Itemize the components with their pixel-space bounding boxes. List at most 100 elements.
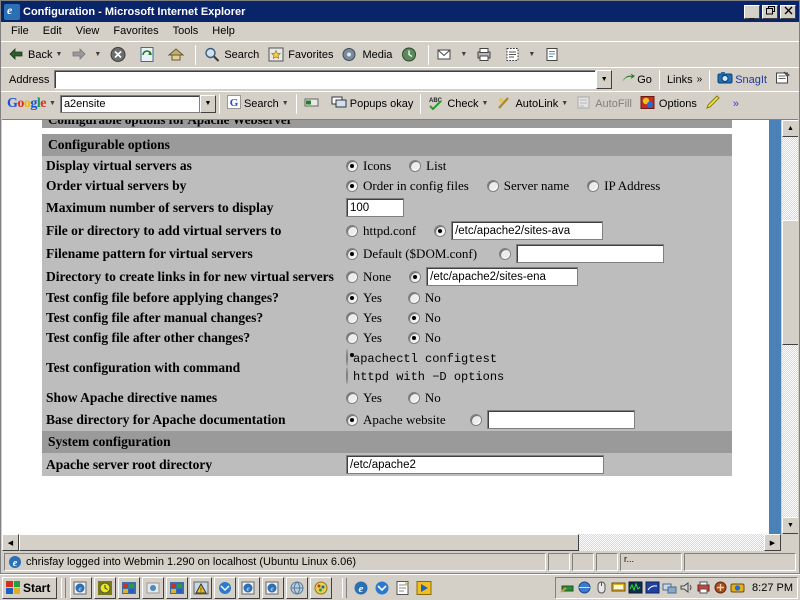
- taskbar-colorwin2-app[interactable]: [166, 576, 189, 599]
- radio-test-manual-no[interactable]: No: [407, 310, 441, 326]
- taskbar-paint-app[interactable]: [310, 576, 333, 599]
- google-search-input[interactable]: a2ensite: [59, 94, 200, 113]
- refresh-button[interactable]: [134, 44, 163, 66]
- radio-order-server-name[interactable]: Server name: [486, 178, 569, 194]
- scroll-up-button[interactable]: ▲: [782, 120, 798, 137]
- radio-button-icon[interactable]: [409, 270, 422, 283]
- history-button[interactable]: [396, 44, 425, 66]
- radio-button-icon[interactable]: [407, 312, 420, 324]
- radio-default-dom-conf[interactable]: Default ($DOM.conf): [346, 246, 477, 262]
- google-dropdown-icon[interactable]: ▼: [49, 100, 56, 107]
- links-button[interactable]: Links »: [663, 72, 706, 88]
- printer-icon[interactable]: [696, 580, 711, 595]
- taskbar-ie3-window[interactable]: e: [262, 576, 285, 599]
- radio-button-icon[interactable]: [587, 180, 600, 192]
- menu-help[interactable]: Help: [205, 23, 242, 39]
- radio-button-icon[interactable]: [346, 413, 358, 426]
- radio-button-icon[interactable]: [407, 292, 420, 304]
- taskbar-grip-2[interactable]: [342, 577, 348, 598]
- google-logo[interactable]: Google ▼: [3, 94, 60, 114]
- links-overflow-icon[interactable]: »: [697, 74, 703, 85]
- address-input[interactable]: [54, 70, 597, 89]
- radio-display-list[interactable]: List: [409, 158, 446, 174]
- scroll-down-button[interactable]: ▼: [782, 517, 798, 534]
- radio-button-icon[interactable]: [346, 292, 358, 304]
- media-player-icon[interactable]: [416, 580, 432, 596]
- close-button[interactable]: [780, 4, 796, 19]
- radio-button-icon[interactable]: [346, 247, 358, 260]
- forward-dropdown-icon[interactable]: ▼: [94, 51, 101, 58]
- radio-button-icon[interactable]: [409, 160, 422, 172]
- taskbar-ie-window[interactable]: e: [70, 576, 93, 599]
- network-flag-icon[interactable]: [645, 580, 660, 595]
- radio-button-icon[interactable]: [407, 332, 420, 344]
- menu-favorites[interactable]: Favorites: [106, 23, 165, 39]
- radio-doc-custom[interactable]: [469, 410, 635, 429]
- minimize-button[interactable]: _: [744, 4, 760, 19]
- monitor-icon[interactable]: [611, 580, 626, 595]
- radio-httpd-conf[interactable]: httpd.conf: [346, 223, 416, 239]
- radio-button-icon[interactable]: [346, 312, 358, 324]
- radio-test-before-yes[interactable]: Yes: [346, 290, 382, 306]
- radio-order-ip-address[interactable]: IP Address: [587, 178, 660, 194]
- radio-button-icon[interactable]: [346, 349, 348, 366]
- input-links-path[interactable]: /etc/apache2/sites-ena: [426, 267, 579, 286]
- radio-button-icon[interactable]: [346, 270, 358, 283]
- radio-button-icon[interactable]: [469, 413, 482, 426]
- snagit-tray-icon[interactable]: [730, 580, 745, 595]
- radio-button-icon[interactable]: [499, 247, 512, 260]
- radio-test-other-no[interactable]: No: [407, 330, 441, 346]
- radio-button-icon[interactable]: [346, 180, 358, 192]
- radio-test-manual-yes[interactable]: Yes: [346, 310, 382, 326]
- stop-button[interactable]: [105, 44, 134, 66]
- radio-links-none[interactable]: None: [346, 269, 391, 285]
- radio-directives-yes[interactable]: Yes: [346, 390, 382, 406]
- check-dropdown-icon[interactable]: ▼: [482, 100, 489, 107]
- back-button[interactable]: Back ▼: [3, 44, 66, 66]
- taskbar-grip-1[interactable]: [61, 577, 67, 598]
- radio-directives-no[interactable]: No: [407, 390, 441, 406]
- scroll-left-button[interactable]: ◀: [2, 534, 19, 551]
- radio-custom-directory[interactable]: /etc/apache2/sites-ava: [434, 221, 604, 240]
- taskbar-clock[interactable]: 8:27 PM: [747, 582, 793, 594]
- edit-button[interactable]: ▼: [500, 44, 539, 66]
- forward-button[interactable]: ▼: [66, 44, 105, 66]
- edit-dropdown-icon[interactable]: ▼: [528, 51, 535, 58]
- radio-button-icon[interactable]: [434, 224, 447, 237]
- antivirus-icon[interactable]: [713, 580, 728, 595]
- volume-icon[interactable]: [679, 580, 694, 595]
- outlook-icon[interactable]: [374, 580, 390, 596]
- radio-test-other-yes[interactable]: Yes: [346, 330, 382, 346]
- network-cable-icon[interactable]: [560, 580, 575, 595]
- radio-cmd-httpd-d[interactable]: httpd with −D options: [346, 367, 728, 384]
- radio-button-icon[interactable]: [346, 392, 358, 404]
- vertical-scrollbar[interactable]: ▲ ▼: [781, 120, 798, 534]
- radio-order-config-files[interactable]: Order in config files: [346, 178, 469, 194]
- snagit-button[interactable]: SnagIt: [713, 69, 771, 91]
- snagit-options-button[interactable]: [771, 69, 797, 91]
- google-search-dropdown-icon[interactable]: ▼: [199, 94, 216, 113]
- go-button[interactable]: Go: [612, 69, 656, 91]
- horizontal-scrollbar[interactable]: ◀ ▶: [2, 534, 781, 551]
- highlight-button[interactable]: [701, 93, 729, 115]
- input-max-servers[interactable]: 100: [346, 198, 404, 217]
- notepad-icon[interactable]: [395, 580, 411, 596]
- mouse-icon[interactable]: [594, 580, 609, 595]
- taskbar-globe-app[interactable]: [286, 576, 309, 599]
- google-pagerank[interactable]: [300, 93, 327, 115]
- globe-shield-icon[interactable]: [577, 580, 592, 595]
- back-dropdown-icon[interactable]: ▼: [55, 51, 62, 58]
- menu-view[interactable]: View: [69, 23, 107, 39]
- taskbar-outlook-app[interactable]: [214, 576, 237, 599]
- autolink-dropdown-icon[interactable]: ▼: [561, 100, 568, 107]
- print-button[interactable]: [471, 44, 500, 66]
- favorites-button[interactable]: Favorites: [263, 44, 337, 66]
- activity-monitor-icon[interactable]: [628, 580, 643, 595]
- radio-button-icon[interactable]: [407, 392, 420, 404]
- radio-links-custom[interactable]: /etc/apache2/sites-ena: [409, 267, 579, 286]
- media-button[interactable]: Media: [337, 44, 396, 66]
- radio-button-icon[interactable]: [346, 332, 358, 344]
- taskbar-clock-app[interactable]: [94, 576, 117, 599]
- input-add-servers-path[interactable]: /etc/apache2/sites-ava: [451, 221, 604, 240]
- scroll-right-button[interactable]: ▶: [764, 534, 781, 551]
